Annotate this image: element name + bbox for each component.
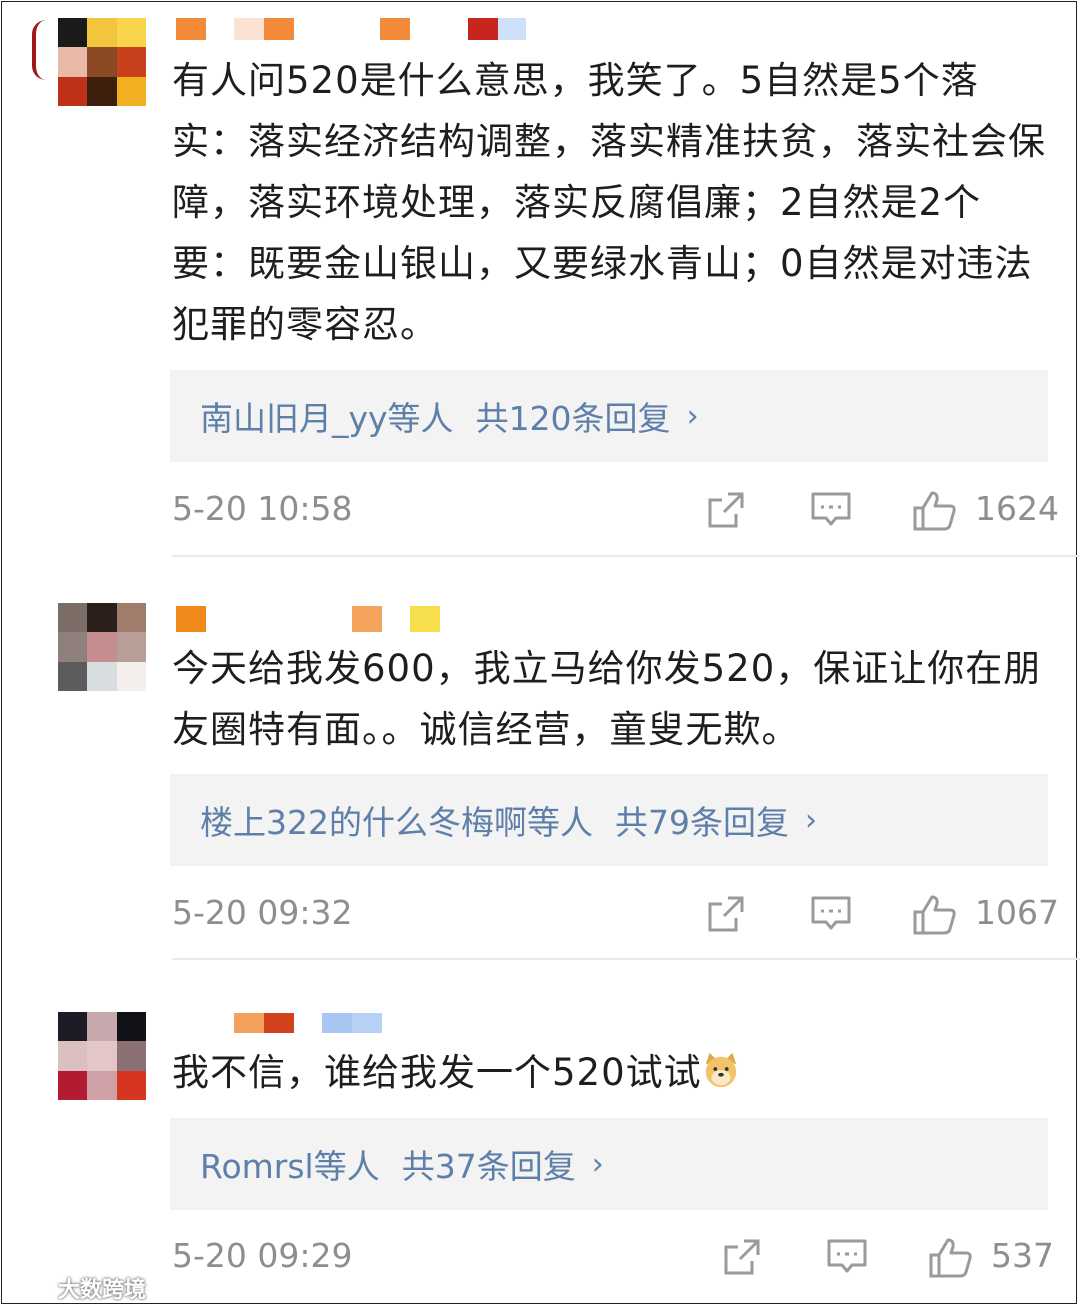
comment-text: 我不信，谁给我发一个520试试 [172,1042,1052,1103]
comment-text: 有人问520是什么意思，我笑了。5自然是5个落实：落实经济结构调整，落实精准扶贫… [172,59,1046,346]
comment-meta: 5-20 09:29 537 [0,1231,1080,1281]
timestamp: 5-20 10:58 [172,489,353,528]
reply-users: Romrsl等人 [200,1147,380,1186]
comment-text-body: 我不信，谁给我发一个520试试 [172,1051,702,1094]
avatar[interactable] [58,603,146,691]
replies-link[interactable]: 南山旧月_yy等人 共120条回复 › [170,370,1048,462]
watermark: 大数跨境 [10,1272,146,1304]
chevron-right-icon: › [805,802,817,838]
comment-icon[interactable] [810,490,852,530]
reply-count: 共79条回复 [615,803,789,842]
share-icon[interactable] [722,1237,762,1277]
reply-users: 楼上322的什么冬梅啊等人 [200,803,593,842]
like-count: 1624 [975,489,1059,528]
username-obscured[interactable] [172,606,452,632]
comment-text: 今天给我发600，我立马给你发520，保证让你在朋友圈特有面。。诚信经营，童叟无… [172,647,1042,751]
avatar[interactable] [58,18,146,106]
timestamp: 5-20 09:29 [172,1236,353,1275]
reply-count: 共37条回复 [401,1147,576,1186]
chevron-right-icon: › [686,398,699,434]
share-icon[interactable] [706,490,746,530]
avatar-edge [32,20,46,80]
share-icon[interactable] [706,894,746,934]
watermark-logo-icon [10,1276,53,1299]
thumbs-up-icon[interactable] [912,490,958,532]
timestamp: 5-20 09:32 [172,893,353,932]
comment-icon[interactable] [826,1237,868,1277]
reply-count: 共120条回复 [475,399,671,438]
replies-link[interactable]: Romrsl等人 共37条回复 › [170,1118,1048,1210]
avatar[interactable] [58,1012,146,1100]
comment-meta: 5-20 10:58 1624 [0,484,1080,534]
comment-meta: 5-20 09:32 1067 [0,888,1080,938]
thumbs-up-icon[interactable] [928,1237,974,1279]
replies-link[interactable]: 楼上322的什么冬梅啊等人 共79条回复 › [170,774,1048,866]
divider [172,958,1080,960]
comment-icon[interactable] [810,894,852,934]
like-count: 537 [991,1236,1054,1275]
reply-users: 南山旧月_yy等人 [200,399,454,438]
username-obscured[interactable] [172,1013,392,1033]
thumbs-up-icon[interactable] [912,894,958,936]
watermark-text: 大数跨境 [58,1278,147,1303]
divider [172,555,1080,557]
chevron-right-icon: › [591,1146,604,1182]
username-obscured[interactable] [172,18,532,40]
like-count: 1067 [975,893,1059,932]
doge-emoji [705,1052,736,1088]
